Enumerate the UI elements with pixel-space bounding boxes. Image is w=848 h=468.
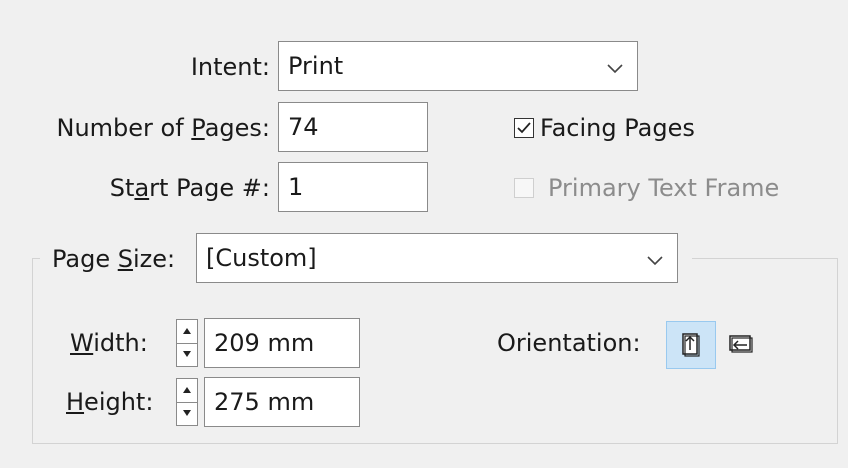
chevron-down-icon (647, 256, 663, 266)
caret-down-icon (183, 351, 191, 357)
width-input[interactable]: 209 mm (204, 318, 360, 368)
number-of-pages-input[interactable]: 74 (278, 102, 428, 152)
chevron-down-icon (607, 64, 623, 74)
facing-pages-checkbox[interactable] (514, 118, 534, 138)
width-label: Width: (70, 329, 148, 357)
facing-pages-label[interactable]: Facing Pages (540, 113, 695, 143)
caret-up-icon (183, 328, 191, 334)
caret-up-icon (183, 387, 191, 393)
checkmark-icon (517, 122, 531, 134)
height-input[interactable]: 275 mm (204, 377, 360, 427)
intent-label: Intent: (190, 53, 270, 81)
intent-dropdown[interactable]: Print (278, 41, 638, 91)
primary-text-frame-checkbox[interactable] (514, 178, 534, 198)
page-size-label: Page Size: (52, 245, 176, 273)
primary-text-frame-label: Primary Text Frame (548, 174, 780, 202)
orientation-label: Orientation: (497, 329, 641, 357)
height-increment-button[interactable] (177, 379, 197, 403)
start-page-label: Start Page #: (109, 174, 270, 202)
landscape-orientation-button[interactable] (718, 321, 768, 369)
height-spinner[interactable] (176, 378, 198, 426)
start-page-input[interactable]: 1 (278, 162, 428, 212)
width-decrement-button[interactable] (177, 343, 197, 366)
height-decrement-button[interactable] (177, 402, 197, 425)
page-size-dropdown[interactable]: [Custom] (196, 233, 678, 283)
landscape-page-icon (729, 335, 753, 353)
width-spinner[interactable] (176, 319, 198, 367)
intent-value: Print (288, 52, 344, 80)
portrait-orientation-button[interactable] (666, 321, 716, 369)
page-size-value: [Custom] (206, 244, 317, 272)
width-increment-button[interactable] (177, 320, 197, 344)
number-of-pages-label: Number of Pages: (56, 114, 270, 142)
portrait-page-icon (682, 333, 700, 357)
height-label: Height: (66, 388, 154, 416)
caret-down-icon (183, 410, 191, 416)
